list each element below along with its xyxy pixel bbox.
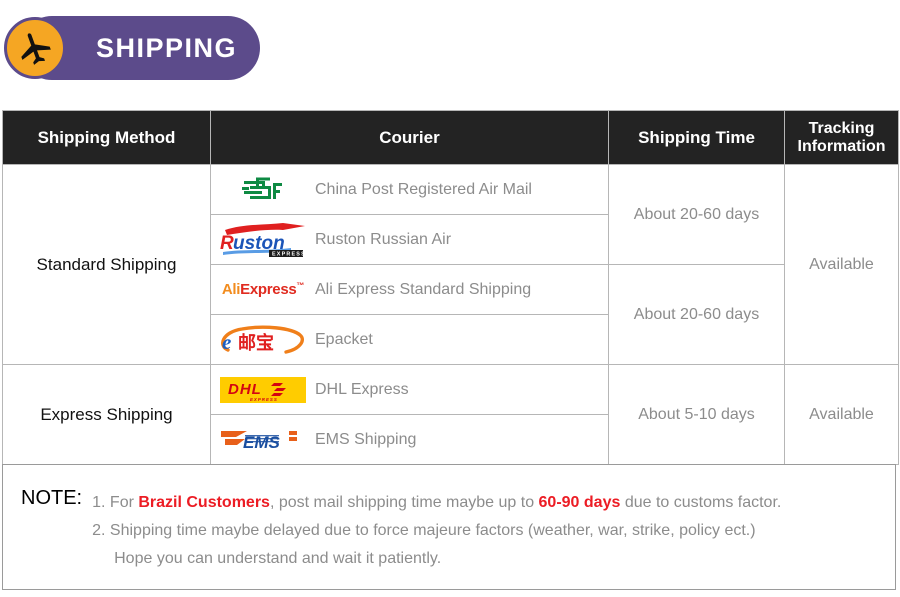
shipping-time-express: About 5-10 days: [608, 364, 785, 465]
shipping-banner: SHIPPING: [4, 16, 260, 80]
epacket-logo: e 邮宝: [211, 324, 315, 356]
shipping-time-standard-1: About 20-60 days: [608, 164, 785, 265]
note-line-1-highlight-brazil: Brazil Customers: [138, 494, 270, 511]
courier-name: Ali Express Standard Shipping: [315, 280, 532, 298]
tracking-standard: Available: [784, 164, 899, 365]
courier-name: China Post Registered Air Mail: [315, 180, 532, 198]
courier-china-post: China Post Registered Air Mail: [210, 164, 609, 215]
svg-text:e: e: [222, 330, 231, 354]
note-line-1-b: , post mail shipping time maybe up to: [269, 494, 539, 511]
courier-dhl: DHL EXPRESS DHL Express: [210, 364, 609, 415]
note-line-1-a: 1. For: [92, 494, 139, 511]
aliexpress-logo-tm: ™: [296, 281, 305, 290]
ems-logo: EMS: [211, 426, 315, 454]
header-courier: Courier: [210, 110, 609, 165]
china-post-logo: [211, 175, 315, 205]
tracking-express: Available: [784, 364, 899, 465]
aliexpress-logo: AliExpress™: [211, 281, 315, 298]
note-line-2: 2. Shipping time maybe delayed due to fo…: [92, 522, 756, 539]
note-box: NOTE: 1. For Brazil Customers, post mail…: [2, 464, 896, 590]
note-line-1-c: due to customs factor.: [620, 494, 782, 511]
note-lines: 1. For Brazil Customers, post mail shipp…: [82, 465, 781, 573]
note-line-3: Hope you can understand and wait it pati…: [114, 550, 442, 567]
table-header-row: Shipping Method Courier Shipping Time Tr…: [2, 110, 899, 165]
dhl-logo: DHL EXPRESS: [211, 375, 315, 405]
svg-text:R: R: [220, 233, 234, 254]
note-title: NOTE:: [21, 487, 83, 509]
courier-ruston: R uston EXPRESS Ruston Russian Air: [210, 214, 609, 265]
table-row: Express Shipping DHL EXPRESS DHL Express…: [2, 364, 899, 465]
method-express-shipping: Express Shipping: [2, 364, 211, 465]
banner-title: SHIPPING: [96, 32, 238, 63]
table-body: Standard Shipping China Post Registered …: [2, 164, 899, 465]
header-shipping-method: Shipping Method: [2, 110, 211, 165]
courier-name: DHL Express: [315, 380, 409, 398]
note-line-1-highlight-days: 60-90 days: [538, 494, 621, 511]
aliexpress-logo-part2: Express: [240, 281, 297, 298]
table-row: Standard Shipping China Post Registered …: [2, 164, 899, 365]
shipping-table: Shipping Method Courier Shipping Time Tr…: [2, 110, 899, 465]
header-shipping-time: Shipping Time: [608, 110, 785, 165]
courier-name: EMS Shipping: [315, 430, 417, 448]
courier-ems: EMS EMS Shipping: [210, 414, 609, 465]
courier-name: Epacket: [315, 330, 373, 348]
table-header: Shipping Method Courier Shipping Time Tr…: [2, 110, 899, 165]
ruston-logo: R uston EXPRESS: [211, 222, 315, 257]
svg-text:EXPRESS: EXPRESS: [250, 397, 278, 402]
shipping-time-standard-2: About 20-60 days: [608, 264, 785, 365]
svg-text:邮宝: 邮宝: [238, 332, 274, 354]
svg-text:EXPRESS: EXPRESS: [272, 251, 306, 256]
header-tracking-line1: Tracking: [808, 119, 875, 137]
courier-name: Ruston Russian Air: [315, 230, 452, 248]
header-tracking-line2: Information: [797, 137, 886, 155]
header-tracking-information: Tracking Information: [784, 110, 899, 165]
svg-text:DHL: DHL: [228, 381, 262, 398]
courier-epacket: e 邮宝 Epacket: [210, 314, 609, 365]
method-standard-shipping: Standard Shipping: [2, 164, 211, 365]
courier-aliexpress: AliExpress™ Ali Express Standard Shippin…: [210, 264, 609, 315]
airplane-icon: [4, 17, 66, 79]
note-line-1: 1. For Brazil Customers, post mail shipp…: [92, 489, 781, 517]
aliexpress-logo-part1: Ali: [221, 281, 241, 298]
